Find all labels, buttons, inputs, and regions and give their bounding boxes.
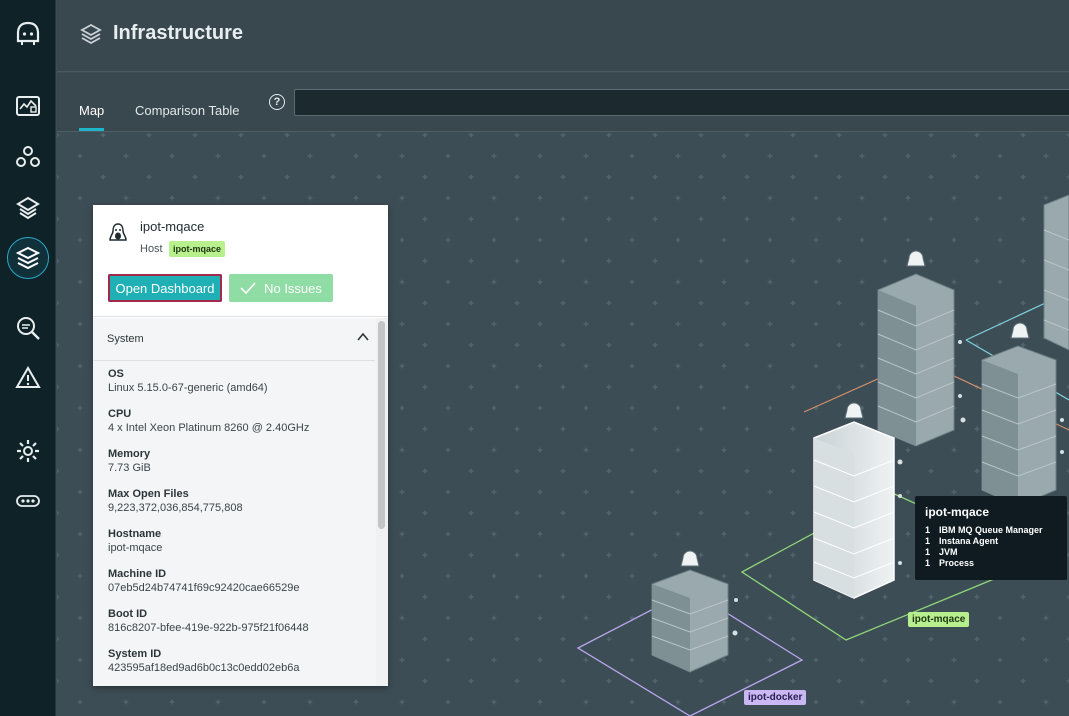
linux-host-icon — [109, 223, 127, 241]
active-tab-indicator — [79, 128, 104, 131]
field-value: 816c8207-bfee-419e-922b-975f21f06448 — [108, 622, 309, 634]
home-logo-icon[interactable] — [0, 14, 56, 54]
help-icon[interactable]: ? — [269, 94, 285, 110]
field-value: 9,223,372,036,854,775,808 — [108, 502, 243, 514]
field-value: Linux 5.15.0-67-generic (amd64) — [108, 382, 268, 394]
settings-icon[interactable] — [0, 431, 56, 471]
dashboard-icon[interactable] — [0, 86, 56, 126]
tooltip-count: 1 — [925, 547, 931, 557]
platforms-icon[interactable] — [0, 188, 56, 228]
applications-icon[interactable] — [0, 137, 56, 177]
zone-label-ipot-mqace[interactable]: ipot-mqace — [908, 612, 970, 627]
field-os: OS Linux 5.15.0-67-generic (amd64) — [93, 362, 375, 402]
check-icon — [240, 282, 256, 294]
host-type-label: Host — [140, 243, 163, 255]
field-value: ipot-mqace — [108, 542, 163, 554]
tooltip-rows: 1 IBM MQ Queue Manager 1 Instana Agent 1 JV… — [925, 525, 1043, 569]
tooltip-count: 1 — [925, 525, 931, 535]
page-header: Infrastructure — [57, 0, 1069, 72]
host-details-panel: ipot-mqace Host ipot-mqace Open Dashboar… — [93, 205, 388, 686]
field-key: Max Open Files — [108, 488, 189, 500]
field-max-open-files: Max Open Files 9,223,372,036,854,775,808 — [93, 482, 375, 522]
section-title: System — [107, 333, 144, 345]
analytics-icon[interactable] — [0, 308, 56, 348]
events-icon[interactable] — [0, 358, 56, 398]
layers-icon — [80, 23, 102, 45]
tooltip-label: Process — [939, 558, 975, 568]
system-fields: OS Linux 5.15.0-67-generic (amd64) CPU 4… — [93, 362, 375, 682]
field-key: OS — [108, 368, 124, 380]
active-indicator — [7, 237, 49, 279]
field-key: Boot ID — [108, 608, 148, 620]
field-hostname: Hostname ipot-mqace — [93, 522, 375, 562]
section-header-system[interactable]: System — [93, 318, 375, 361]
no-issues-label: No Issues — [264, 280, 322, 296]
panel-scrollbar-thumb[interactable] — [378, 321, 385, 529]
no-issues-button[interactable]: No Issues — [229, 274, 333, 302]
tab-bar: Map Comparison Table ? — [57, 73, 1069, 132]
field-system-id: System ID 423595af18ed9ad6b0c13c0edd02eb… — [93, 642, 375, 682]
host-tag-badge: ipot-mqace — [169, 241, 226, 257]
tooltip-count: 1 — [925, 558, 931, 568]
tooltip-row: 1 Process — [925, 558, 1043, 569]
field-cpu: CPU 4 x Intel Xeon Platinum 8260 @ 2.40G… — [93, 402, 375, 442]
field-key: Memory — [108, 448, 151, 460]
tower-host-c — [1043, 194, 1069, 351]
host-tooltip: ipot-mqace 1 IBM MQ Queue Manager 1 Instan… — [915, 496, 1067, 580]
tooltip-count: 1 — [925, 536, 931, 546]
field-value: 07eb5d24b74741f69c92420cae66529e — [108, 582, 300, 594]
field-key: Hostname — [108, 528, 162, 540]
field-value: 423595af18ed9ad6b0c13c0edd02eb6a — [108, 662, 300, 674]
page-title: Infrastructure — [113, 22, 244, 44]
tab-comparison-table[interactable]: Comparison Table — [135, 103, 240, 118]
field-memory: Memory 7.73 GiB — [93, 442, 375, 482]
tooltip-label: Instana Agent — [939, 536, 999, 546]
field-value: 4 x Intel Xeon Platinum 8260 @ 2.40GHz — [108, 422, 310, 434]
more-icon[interactable] — [0, 481, 56, 521]
tooltip-title: ipot-mqace — [925, 505, 990, 519]
host-name: ipot-mqace — [140, 219, 205, 234]
field-key: CPU — [108, 408, 132, 420]
field-boot-id: Boot ID 816c8207-bfee-419e-922b-975f21f0… — [93, 602, 375, 642]
tooltip-label: IBM MQ Queue Manager — [939, 525, 1043, 535]
field-key: Machine ID — [108, 568, 167, 580]
tab-map[interactable]: Map — [79, 103, 104, 118]
open-dashboard-button[interactable]: Open Dashboard — [108, 274, 222, 302]
chevron-up-icon[interactable] — [357, 332, 369, 342]
panel-header: ipot-mqace Host ipot-mqace Open Dashboar… — [93, 205, 388, 317]
field-key: System ID — [108, 648, 162, 660]
field-value: 7.73 GiB — [108, 462, 151, 474]
panel-body: System OS Linux 5.15.0-67-generic (amd64… — [93, 318, 388, 686]
left-nav-rail — [0, 0, 56, 716]
tooltip-row: 1 IBM MQ Queue Manager — [925, 525, 1043, 536]
search-input[interactable] — [294, 89, 1069, 116]
tooltip-row: 1 JVM — [925, 547, 1043, 558]
field-machine-id: Machine ID 07eb5d24b74741f69c92420cae665… — [93, 562, 375, 602]
infrastructure-icon[interactable] — [0, 237, 56, 279]
tooltip-label: JVM — [939, 547, 958, 557]
zone-label-ipot-docker[interactable]: ipot-docker — [744, 690, 807, 705]
tooltip-row: 1 Instana Agent — [925, 536, 1043, 547]
